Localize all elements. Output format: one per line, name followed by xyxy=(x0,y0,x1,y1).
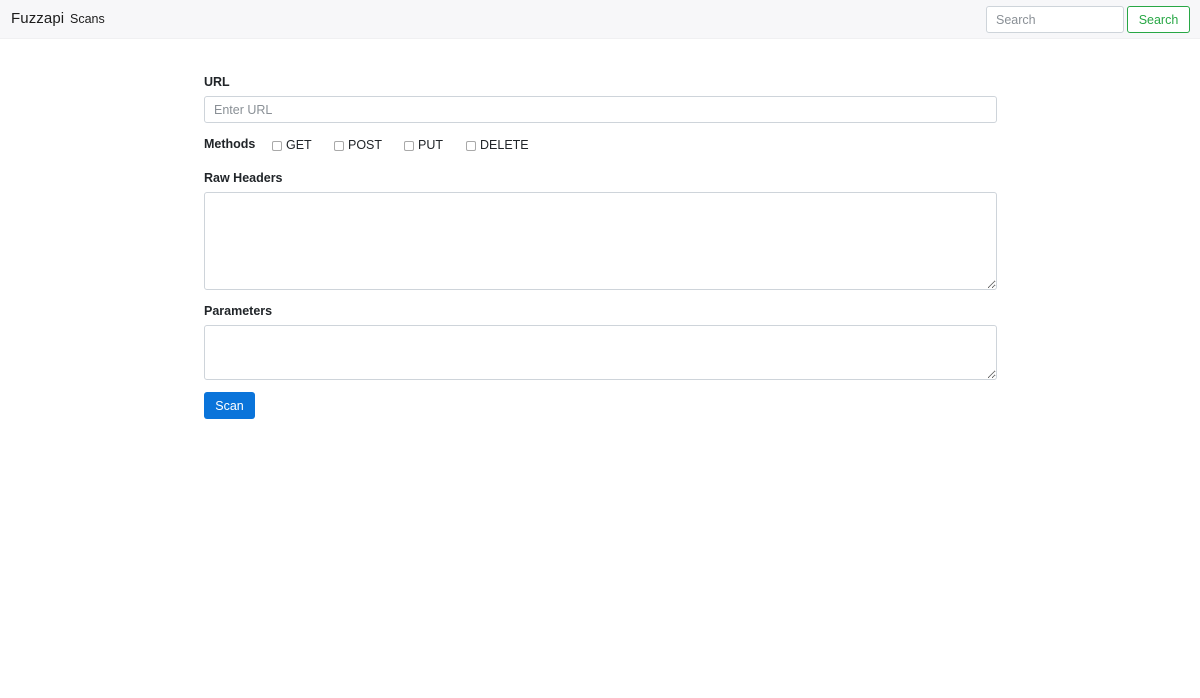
scan-button[interactable]: Scan xyxy=(204,392,255,419)
navbar: Fuzzapi Scans Search xyxy=(0,0,1200,39)
method-option-put[interactable]: PUT xyxy=(404,138,443,152)
method-option-get[interactable]: GET xyxy=(272,138,312,152)
parameters-textarea[interactable] xyxy=(204,325,997,380)
url-label: URL xyxy=(204,75,230,89)
put-checkbox-label: PUT xyxy=(418,138,443,152)
method-option-post[interactable]: POST xyxy=(334,138,382,152)
post-checkbox-label: POST xyxy=(348,138,383,152)
get-checkbox-label: GET xyxy=(286,138,312,152)
delete-checkbox-label: DELETE xyxy=(480,138,529,152)
nav-link-scans[interactable]: Scans xyxy=(70,12,105,26)
search-button[interactable]: Search xyxy=(1127,6,1190,33)
methods-label: Methods xyxy=(204,137,256,151)
parameters-label: Parameters xyxy=(204,304,273,318)
delete-checkbox[interactable] xyxy=(466,140,476,151)
method-option-delete[interactable]: DELETE xyxy=(466,138,529,152)
raw-headers-textarea[interactable] xyxy=(204,192,997,290)
raw-headers-label: Raw Headers xyxy=(204,171,283,185)
url-input[interactable] xyxy=(204,96,997,123)
put-checkbox[interactable] xyxy=(404,140,414,151)
search-input[interactable] xyxy=(986,6,1124,33)
get-checkbox[interactable] xyxy=(272,140,282,151)
brand-logo-link[interactable]: Fuzzapi xyxy=(11,10,64,27)
post-checkbox[interactable] xyxy=(334,140,344,151)
